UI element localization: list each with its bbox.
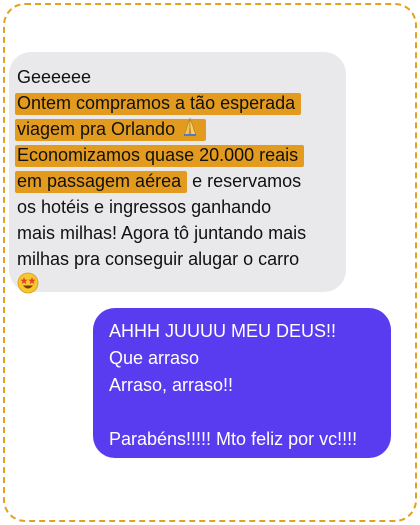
star-struck-emoji-icon	[17, 272, 39, 301]
sent-message-bubble: AHHH JUUUU MEU DEUS!! Que arraso Arraso,…	[93, 308, 391, 458]
message-line-mixed: em passagem aérea e reservamos	[15, 171, 302, 193]
message-line: Que arraso	[109, 348, 200, 368]
text-highlight: em passagem aérea	[15, 171, 188, 193]
message-line: os hotéis e ingressos ganhando	[17, 197, 272, 217]
message-line-blank	[109, 399, 377, 426]
pray-emoji-icon	[180, 117, 200, 144]
received-message-bubble: Geeeeee Ontem compramos a tão esperada v…	[9, 52, 346, 294]
message-line-emoji	[17, 272, 336, 298]
message-line: mais milhas! Agora tô juntando mais	[17, 223, 307, 243]
text-highlight: viagem pra Orlando	[15, 117, 207, 144]
message-line: AHHH JUUUU MEU DEUS!!	[109, 321, 337, 341]
message-line: Arraso, arraso!!	[109, 375, 234, 395]
message-line: milhas pra conseguir alugar o carro	[17, 249, 300, 269]
message-line-highlighted: viagem pra Orlando	[15, 116, 336, 144]
text-highlight: Ontem compramos a tão esperada	[15, 93, 302, 115]
message-line-highlighted: Ontem compramos a tão esperada	[15, 90, 336, 116]
message-line: Parabéns!!!!! Mto feliz por vc!!!!	[109, 429, 358, 449]
message-line: Geeeeee	[17, 67, 92, 87]
message-line-highlighted: Economizamos quase 20.000 reais	[15, 142, 336, 168]
text-highlight: Economizamos quase 20.000 reais	[15, 145, 305, 167]
